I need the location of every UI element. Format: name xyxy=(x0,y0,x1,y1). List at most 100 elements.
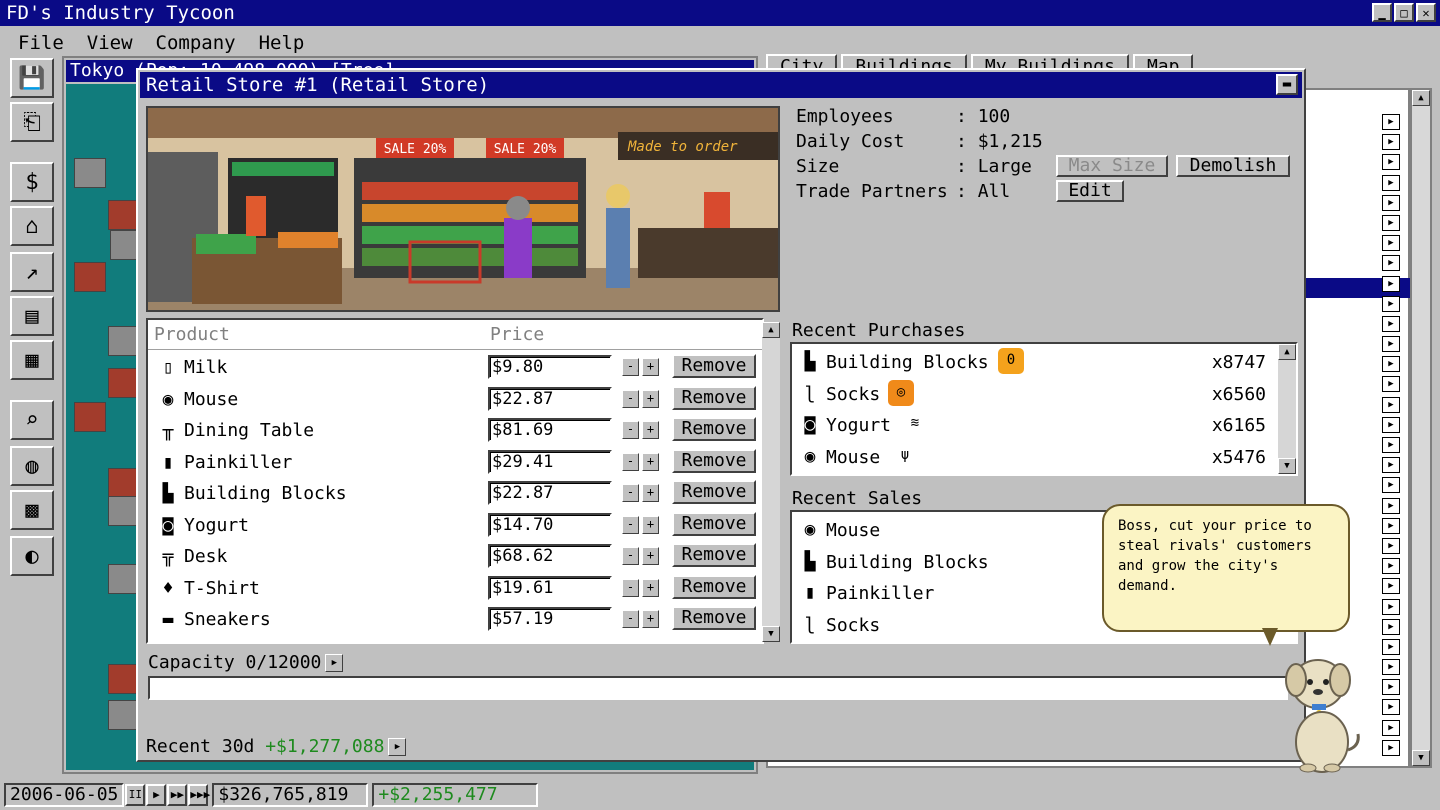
play-button[interactable]: ▶ xyxy=(146,784,167,806)
expand-arrow-icon[interactable]: ▶ xyxy=(1382,618,1400,635)
product-scrollbar[interactable]: ▲ ▼ xyxy=(762,322,780,642)
remove-product-button[interactable]: Remove xyxy=(672,448,756,473)
load-icon[interactable]: ⎗ xyxy=(10,102,54,142)
building-icon[interactable] xyxy=(74,262,106,292)
expand-arrow-icon[interactable]: ▶ xyxy=(1382,659,1400,676)
expand-arrow-icon[interactable]: ▶ xyxy=(1382,174,1400,191)
expand-arrow-icon[interactable]: ▶ xyxy=(1382,739,1400,756)
remove-product-button[interactable]: Remove xyxy=(672,385,756,410)
expand-arrow-icon[interactable]: ▶ xyxy=(1382,497,1400,514)
expand-arrow-icon[interactable]: ▶ xyxy=(1382,558,1400,575)
expand-arrow-icon[interactable]: ▶ xyxy=(1382,336,1400,353)
expand-arrow-icon[interactable]: ▶ xyxy=(1382,477,1400,494)
increase-price-button[interactable]: + xyxy=(642,515,659,534)
remove-product-button[interactable]: Remove xyxy=(672,606,756,630)
expand-arrow-icon[interactable]: ▶ xyxy=(1382,517,1400,534)
purchase-row[interactable]: ɭ Socks ◎ x6560 xyxy=(792,378,1296,409)
scroll-down-arrow-icon[interactable]: ▼ xyxy=(1412,750,1430,766)
expand-arrow-icon[interactable]: ▶ xyxy=(1382,598,1400,615)
expand-arrow-icon[interactable]: ▶ xyxy=(1382,255,1400,272)
menu-help[interactable]: Help xyxy=(247,28,316,54)
expand-arrow-icon[interactable]: ▶ xyxy=(1382,275,1400,292)
decrease-price-button[interactable]: - xyxy=(622,389,639,408)
remove-product-button[interactable]: Remove xyxy=(672,354,756,378)
minimize-button[interactable]: ▁ xyxy=(1372,3,1392,22)
minimize-window-button[interactable]: ▬ xyxy=(1276,74,1298,95)
increase-price-button[interactable]: + xyxy=(642,547,659,565)
remove-product-button[interactable]: Remove xyxy=(672,417,756,441)
decrease-price-button[interactable]: - xyxy=(622,610,639,628)
price-input[interactable]: $14.70 xyxy=(488,512,612,537)
increase-price-button[interactable]: + xyxy=(642,452,659,471)
bank-icon[interactable]: ⌂ xyxy=(10,206,54,246)
remove-product-button[interactable]: Remove xyxy=(672,543,756,567)
remove-product-button[interactable]: Remove xyxy=(672,574,756,599)
remove-product-button[interactable]: Remove xyxy=(672,480,756,504)
fastest-button[interactable]: ▶▶▶ xyxy=(188,784,210,806)
price-input[interactable]: $68.62 xyxy=(488,544,612,568)
expand-arrow-icon[interactable]: ▶ xyxy=(1382,396,1400,413)
price-input[interactable]: $57.19 xyxy=(488,607,612,631)
expand-arrow-icon[interactable]: ▶ xyxy=(1382,416,1400,433)
expand-arrow-icon[interactable]: ▶ xyxy=(1382,699,1400,716)
expand-arrow-icon[interactable]: ▶ xyxy=(1382,154,1400,171)
decrease-price-button[interactable]: - xyxy=(622,484,639,502)
increase-price-button[interactable]: + xyxy=(642,358,659,376)
scroll-up-arrow-icon[interactable]: ▲ xyxy=(1412,90,1430,106)
price-input[interactable]: $22.87 xyxy=(488,386,612,411)
increase-price-button[interactable]: + xyxy=(642,484,659,502)
expand-arrow-icon[interactable]: ▶ xyxy=(1382,194,1400,211)
decrease-price-button[interactable]: - xyxy=(622,547,639,565)
expand-arrow-icon[interactable]: ▶ xyxy=(1382,457,1400,474)
purchases-scrollbar[interactable]: ▲ ▼ xyxy=(1278,344,1296,474)
decrease-price-button[interactable]: - xyxy=(622,421,639,439)
max-size-button[interactable]: Max Size xyxy=(1056,155,1168,177)
price-input[interactable]: $81.69 xyxy=(488,418,612,442)
building-icon[interactable] xyxy=(74,402,106,432)
price-input[interactable]: $9.80 xyxy=(488,355,612,379)
pause-button[interactable]: II xyxy=(125,784,146,806)
recent-30d-arrow-icon[interactable]: ▶ xyxy=(388,738,407,756)
research-icon[interactable]: ⌕ xyxy=(10,400,54,440)
scroll-up-arrow-icon[interactable]: ▲ xyxy=(1278,344,1296,360)
edit-button[interactable]: Edit xyxy=(1056,180,1124,202)
menu-view[interactable]: View xyxy=(75,28,144,54)
chart-icon[interactable]: ↗ xyxy=(10,252,54,292)
expand-arrow-icon[interactable]: ▶ xyxy=(1382,679,1400,696)
expand-arrow-icon[interactable]: ▶ xyxy=(1382,134,1400,151)
increase-price-button[interactable]: + xyxy=(642,610,659,628)
expand-arrow-icon[interactable]: ▶ xyxy=(1382,578,1400,595)
price-input[interactable]: $22.87 xyxy=(488,481,612,505)
menu-file[interactable]: File xyxy=(0,28,75,54)
right-scrollbar[interactable]: ▲ ▼ xyxy=(1410,88,1432,768)
purchase-row[interactable]: ▙ Building Blocks 0 x8747 xyxy=(792,346,1296,377)
capacity-arrow-icon[interactable]: ▶ xyxy=(325,654,344,672)
increase-price-button[interactable]: + xyxy=(642,389,659,408)
expand-arrow-icon[interactable]: ▶ xyxy=(1382,235,1400,252)
menu-company[interactable]: Company xyxy=(144,28,247,54)
expand-arrow-icon[interactable]: ▶ xyxy=(1382,437,1400,453)
scroll-up-arrow-icon[interactable]: ▲ xyxy=(762,322,780,338)
decrease-price-button[interactable]: - xyxy=(622,578,639,597)
increase-price-button[interactable]: + xyxy=(642,578,659,597)
spreadsheet-icon[interactable]: ▩ xyxy=(10,490,54,530)
maximize-button[interactable]: □ xyxy=(1394,3,1414,22)
purchase-row[interactable]: ◉ Mouse ψ x5476 xyxy=(792,441,1296,472)
fast-button[interactable]: ▶▶ xyxy=(167,784,188,806)
advisor-speech-bubble[interactable]: Boss, cut your price to steal rivals' cu… xyxy=(1102,504,1350,632)
hq-icon[interactable]: ◍ xyxy=(10,446,54,486)
expand-arrow-icon[interactable]: ▶ xyxy=(1382,214,1400,231)
expand-arrow-icon[interactable]: ▶ xyxy=(1382,356,1400,373)
remove-product-button[interactable]: Remove xyxy=(672,511,756,536)
building-icon[interactable] xyxy=(74,158,106,188)
report-icon[interactable]: ▤ xyxy=(10,296,54,336)
expand-arrow-icon[interactable]: ▶ xyxy=(1382,537,1400,554)
scroll-down-arrow-icon[interactable]: ▼ xyxy=(1278,458,1296,474)
expand-arrow-icon[interactable]: ▶ xyxy=(1382,719,1400,736)
expand-arrow-icon[interactable]: ▶ xyxy=(1382,295,1400,312)
advisor-dog-icon[interactable] xyxy=(1282,650,1364,774)
decrease-price-button[interactable]: - xyxy=(622,358,639,376)
expand-arrow-icon[interactable]: ▶ xyxy=(1382,315,1400,332)
demolish-button[interactable]: Demolish xyxy=(1176,155,1290,177)
price-input[interactable]: $29.41 xyxy=(488,449,612,474)
